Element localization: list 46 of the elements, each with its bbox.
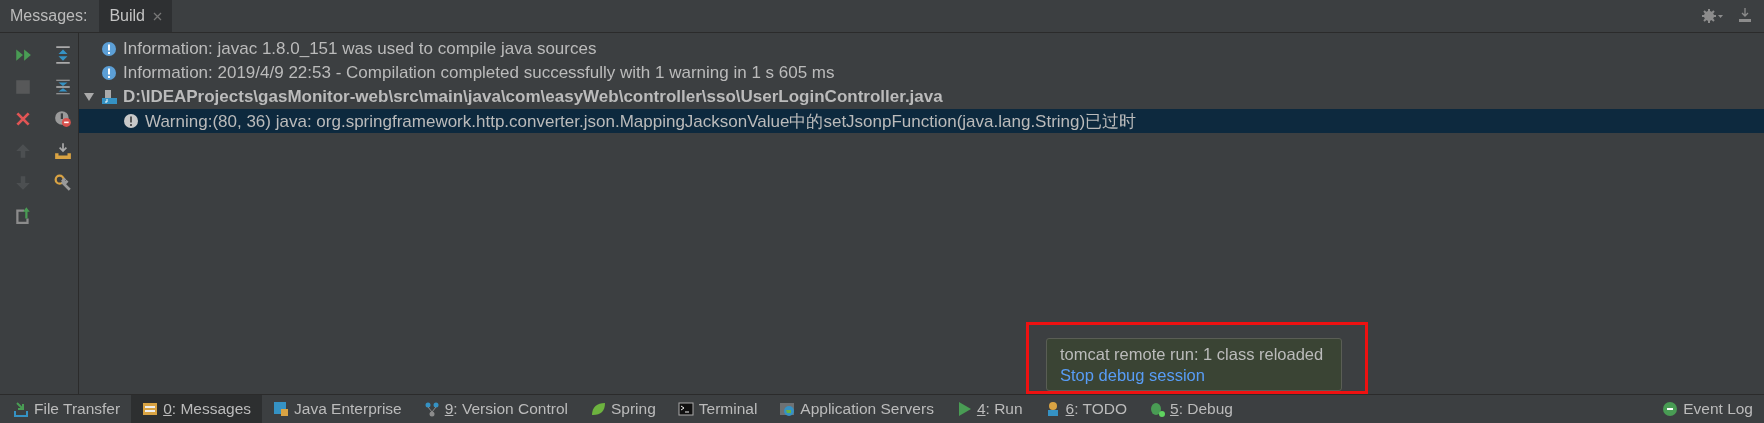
panel-label: Messages: (9, 7, 89, 25)
collapse-all-icon (54, 78, 72, 96)
tool-window-tab[interactable]: 4: Run (944, 395, 1034, 423)
warning-filter-icon (54, 110, 72, 128)
event-log-icon (1662, 401, 1679, 417)
warning-icon (123, 113, 139, 129)
tool-window-tab[interactable]: 6: TODO (1033, 395, 1139, 423)
enterprise-icon (273, 401, 290, 417)
leaf-icon (589, 401, 606, 417)
message-text: Information: javac 1.8.0_151 was used to compile java sources (123, 39, 597, 59)
expand-all-icon (54, 46, 72, 64)
tool-window-tab[interactable]: 9: Version Control (412, 395, 579, 423)
info-icon (101, 65, 117, 81)
export-icon (14, 206, 32, 224)
stop-debug-link[interactable]: Stop debug session (1060, 366, 1205, 384)
messages-icon (142, 401, 159, 417)
tool-window-tab[interactable]: File Transfer (2, 395, 132, 423)
transfer-icon (13, 401, 29, 417)
message-row[interactable]: Information: javac 1.8.0_151 was used to compile java sources (79, 37, 1764, 61)
tool-window-tab[interactable]: Spring (578, 395, 667, 423)
notification-text: tomcat remote run: 1 class reloaded (1060, 344, 1325, 365)
message-row[interactable]: D:\IDEAProjects\gasMonitor-web\src\main\java\com\easyWeb\controller\sso\UserLoginController.java (79, 85, 1764, 109)
tool-window-tab[interactable]: Application Servers (768, 395, 945, 423)
build-tab[interactable]: Build (99, 0, 172, 32)
message-row[interactable]: Information: 2019/4/9 22:53 - Compilation completed successfully with 1 warning in 1 s 605 ms (79, 61, 1764, 85)
java-file-icon (101, 89, 117, 105)
file-path: D:\IDEAProjects\gasMonitor-web\src\main\java\com\easyWeb\controller\sso\UserLoginController.java (123, 87, 943, 107)
collapse-arrow-icon[interactable] (83, 91, 95, 103)
close-icon (14, 110, 32, 128)
info-icon (101, 41, 117, 57)
stop-icon (14, 78, 32, 96)
message-text: Warning:(80, 36) java: org.springframework.http.converter.json.MappingJacksonValue中的setJsonpFunction(java.lang.String)已过时 (145, 110, 1137, 133)
hide-icon[interactable] (1738, 8, 1752, 24)
terminal-icon (677, 401, 694, 417)
event-log-tab[interactable]: Event Log (1651, 395, 1764, 423)
tool-window-tab[interactable]: 5: Debug (1138, 395, 1244, 423)
message-row[interactable]: Warning:(80, 36) java: org.springframework.http.converter.json.MappingJacksonValue中的setJsonpFunction(java.lang.String)已过时 (79, 109, 1764, 133)
tool-window-tab[interactable]: Terminal (666, 395, 769, 423)
download-icon (54, 142, 72, 160)
tool-window-tab[interactable]: 0: Messages (131, 395, 263, 423)
tool-window-tab[interactable]: Java Enterprise (262, 395, 413, 423)
message-text: Information: 2019/4/9 22:53 - Compilation completed successfully with 1 warning in 1 s 605 ms (123, 63, 835, 83)
branch-icon (423, 401, 440, 417)
settings-icon[interactable] (1702, 9, 1724, 23)
close-icon[interactable] (152, 11, 162, 21)
bug-icon (1149, 401, 1166, 417)
